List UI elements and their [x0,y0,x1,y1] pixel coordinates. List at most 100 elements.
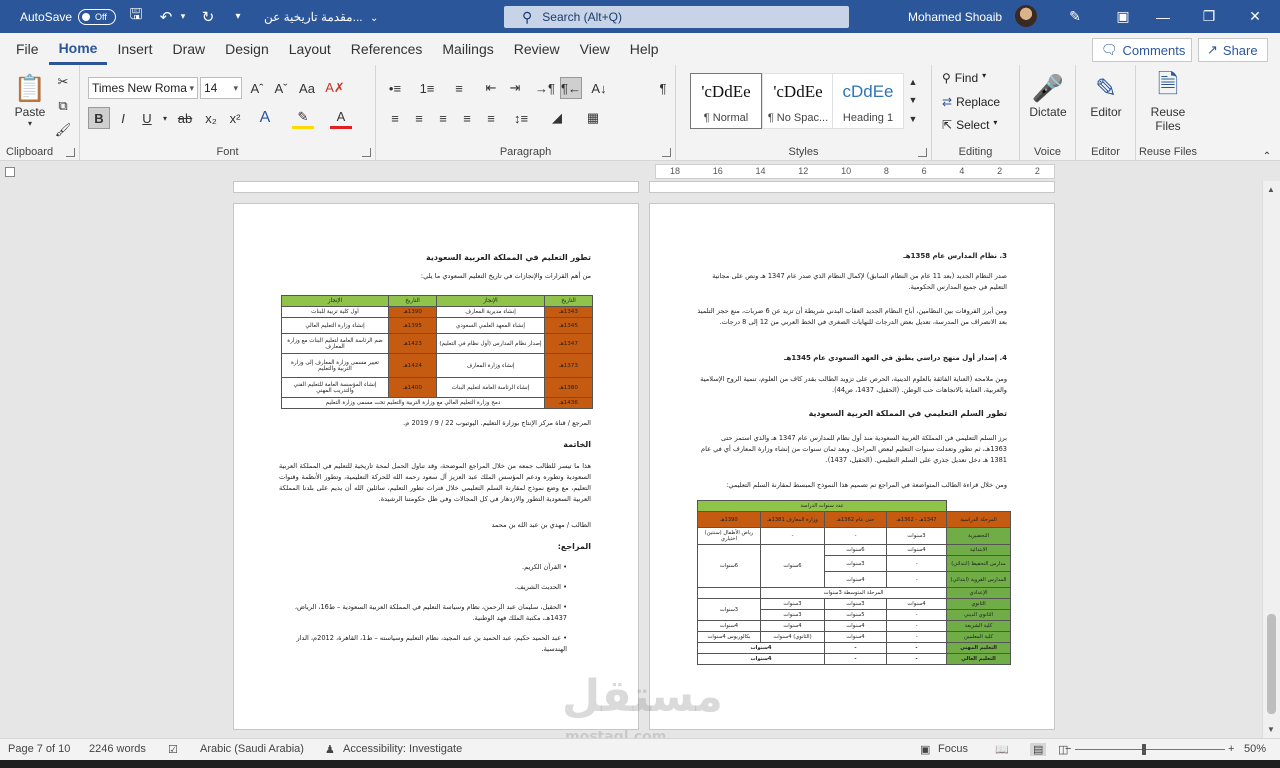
accessibility-status[interactable]: Accessibility: Investigate [343,743,462,755]
paste-button[interactable]: 📋 Paste ▾ [10,71,50,129]
font-launcher-icon[interactable] [362,148,371,157]
autosave-toggle[interactable]: Off [78,8,117,25]
tab-view[interactable]: View [570,33,620,65]
print-layout-icon[interactable]: ▤ [1030,743,1047,756]
proofing-icon[interactable]: ☑ [168,743,178,756]
increase-indent-icon[interactable]: ⇥ [504,77,526,99]
shrink-font-icon[interactable]: Aˇ [270,77,292,99]
scroll-up-icon[interactable]: ▲ [1267,185,1275,194]
style-no-spacing[interactable]: 'cDdEe ¶ No Spac... [762,73,834,129]
format-painter-icon[interactable]: 🖌 [52,119,74,141]
justify-icon[interactable]: ≡ [456,107,478,129]
close-icon[interactable]: ✕ [1232,0,1278,33]
tab-review[interactable]: Review [504,33,570,65]
line-spacing-icon[interactable]: ↕≡ [510,107,532,129]
change-case-icon[interactable]: Aa [296,77,318,99]
document-area[interactable]: تطور التعليم في المملكة العربية السعودية… [0,181,1262,738]
restore-icon[interactable]: ❐ [1186,0,1232,33]
undo-icon[interactable]: ↶ [156,7,176,27]
italic-icon[interactable]: I [112,107,134,129]
clear-formatting-icon[interactable]: A✗ [324,77,346,99]
horizontal-ruler[interactable]: 18 16 14 12 10 8 6 4 2 2 [655,164,1055,179]
shading-icon[interactable]: ◢ [546,107,568,129]
document-title[interactable]: مقدمة تاريخية عن... ⌄ [264,10,378,24]
search-box[interactable]: ⚲ Search (Alt+Q) [504,6,849,28]
show-formatting-icon[interactable]: ¶ [652,77,674,99]
strikethrough-icon[interactable]: ab [174,107,196,129]
scrollbar-thumb[interactable] [1267,614,1276,714]
tab-help[interactable]: Help [620,33,669,65]
dictate-button[interactable]: 🎤 Dictate [1026,71,1070,120]
vertical-scrollbar[interactable]: ▲ ▼ [1262,181,1280,738]
tab-file[interactable]: File [6,33,49,65]
editor-button[interactable]: ✎ Editor [1082,71,1130,120]
borders-icon[interactable]: ▦ [582,107,604,129]
font-size-select[interactable]: 14 ▾ [200,77,242,99]
paragraph-launcher-icon[interactable] [662,148,671,157]
read-mode-icon[interactable]: 📖 [995,743,1009,756]
styles-launcher-icon[interactable] [918,148,927,157]
pen-icon[interactable]: ✎ [1052,0,1098,33]
autosave-control[interactable]: AutoSave Off [20,8,117,25]
page-count[interactable]: Page 7 of 10 [8,743,70,755]
font-color-icon[interactable]: A [330,107,352,129]
replace-button[interactable]: ⇄ Replace [942,95,1000,109]
user-name[interactable]: Mohamed Shoaib [908,10,1002,24]
multilevel-list-icon[interactable]: ≡ [448,77,470,99]
tab-mailings[interactable]: Mailings [432,33,503,65]
grow-font-icon[interactable]: Aˆ [246,77,268,99]
zoom-slider[interactable] [1075,749,1225,750]
tab-insert[interactable]: Insert [107,33,162,65]
zoom-slider-thumb[interactable] [1142,744,1146,755]
tab-draw[interactable]: Draw [162,33,215,65]
bold-icon[interactable]: B [88,107,110,129]
language[interactable]: Arabic (Saudi Arabia) [200,743,304,755]
cut-icon[interactable]: ✂ [52,71,74,93]
tab-home[interactable]: Home [48,33,108,65]
ltr-icon[interactable]: →¶ [534,77,556,99]
copy-icon[interactable]: ⧉ [52,95,74,117]
reuse-files-button[interactable]: 🗎 Reuse Files [1142,69,1194,133]
select-button[interactable]: ⇱ Select ▾ [942,118,997,132]
find-button[interactable]: ⚲ Find ▾ [942,71,986,85]
tab-design[interactable]: Design [215,33,279,65]
undo-dropdown-icon[interactable]: ▾ [178,7,188,27]
focus-mode[interactable]: Focus [938,743,968,755]
sort-icon[interactable]: A↓ [588,77,610,99]
page-right[interactable]: 3. نظام المدارس عام 1358هـ صدر النظام ال… [649,203,1055,730]
word-count[interactable]: 2246 words [89,743,146,755]
styles-scroll-up-icon[interactable]: ▲ [906,73,920,91]
zoom-level[interactable]: 50% [1244,743,1266,755]
scroll-down-icon[interactable]: ▼ [1267,725,1275,734]
zoom-out-icon[interactable]: − [1065,743,1071,755]
comments-button[interactable]: 🗨 Comments [1092,38,1192,62]
tab-selector-icon[interactable] [5,167,15,177]
customize-toolbar-icon[interactable]: ▾ [228,7,248,27]
clipboard-launcher-icon[interactable] [66,148,75,157]
minimize-icon[interactable]: — [1140,0,1186,33]
avatar[interactable] [1015,5,1037,27]
style-heading-1[interactable]: cDdEe Heading 1 [832,73,904,129]
subscript-icon[interactable]: x₂ [200,107,222,129]
decrease-indent-icon[interactable]: ⇤ [480,77,502,99]
text-effects-icon[interactable]: A [254,107,276,129]
styles-more-icon[interactable]: ▼ [906,109,920,129]
save-icon[interactable]: 🖫 [126,6,146,27]
align-left-icon[interactable]: ≡ [384,107,406,129]
align-center-icon[interactable]: ≡ [408,107,430,129]
page-left[interactable]: تطور التعليم في المملكة العربية السعودية… [233,203,639,730]
font-name-select[interactable]: Times New Roma ▾ [88,77,198,99]
share-button[interactable]: ↗ Share [1198,38,1268,62]
numbering-icon[interactable]: 1≡ [416,77,438,99]
redo-icon[interactable]: ↻ [198,7,218,27]
zoom-in-icon[interactable]: + [1228,743,1234,755]
styles-scroll-down-icon[interactable]: ▼ [906,91,920,109]
tab-layout[interactable]: Layout [279,33,341,65]
align-right-icon[interactable]: ≡ [432,107,454,129]
highlight-icon[interactable]: ✎ [292,107,314,129]
style-normal[interactable]: 'cDdEe ¶ Normal [690,73,762,129]
underline-dropdown-icon[interactable]: ▾ [154,107,176,129]
bullets-icon[interactable]: •≡ [384,77,406,99]
superscript-icon[interactable]: x² [224,107,246,129]
tab-references[interactable]: References [341,33,433,65]
